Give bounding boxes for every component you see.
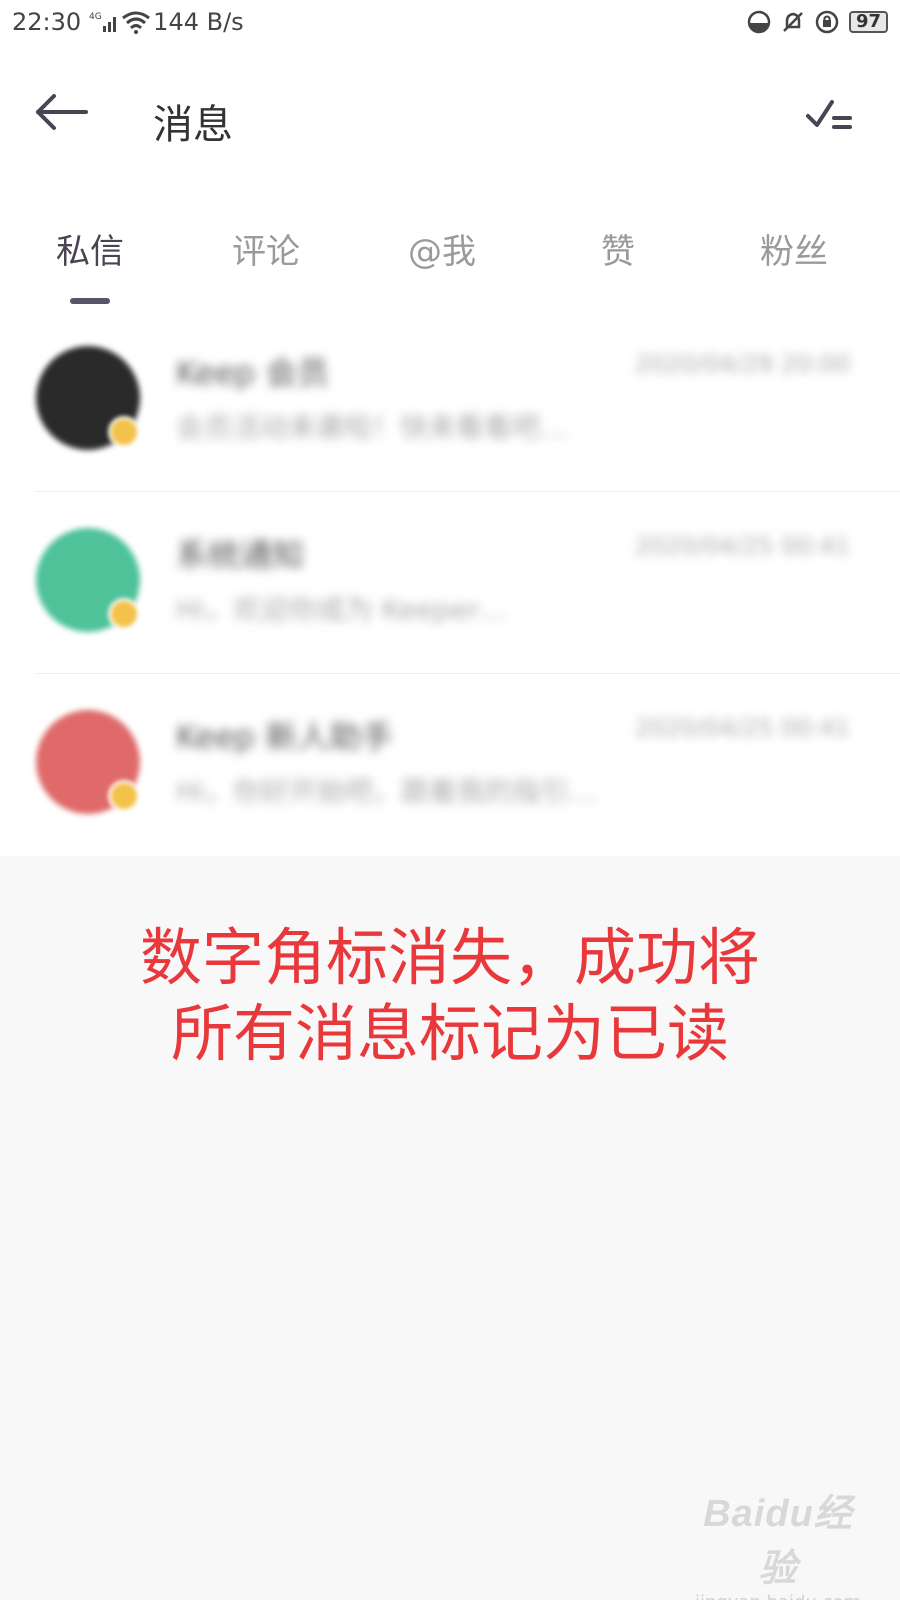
- watermark-logo: Baidu经验: [703, 1493, 853, 1590]
- back-arrow-icon: [36, 94, 88, 130]
- sender-name: Keep 会员: [176, 354, 330, 392]
- tab-mentions[interactable]: @我: [408, 224, 476, 273]
- tab-comments[interactable]: 评论: [232, 224, 300, 273]
- annotation-text: 数字角标消失，成功将 所有消息标记为已读: [0, 920, 900, 1072]
- battery-icon: 97: [848, 11, 888, 33]
- list-item[interactable]: Keep 新人助手 2020/04/25 00:41 Hi，你好开始吧，跟着我的…: [0, 674, 900, 856]
- message-preview: Hi，你好开始吧，跟着我的指引…: [176, 775, 597, 808]
- page-title: 消息: [153, 102, 233, 148]
- tab-private-messages[interactable]: 私信: [56, 224, 124, 273]
- mark-all-read-icon: [806, 100, 852, 129]
- message-preview: Hi，欢迎你成为 Keeper…: [176, 593, 508, 626]
- tab-indicator: [70, 298, 110, 304]
- list-item[interactable]: 系统通知 2020/04/25 00:41 Hi，欢迎你成为 Keeper…: [0, 492, 900, 674]
- list-item[interactable]: Keep 会员 2020/04/29 20:00 会员活动来袭啦！快来看看吧…: [0, 310, 900, 492]
- rotation-lock-icon: [815, 10, 839, 34]
- message-tabs: 私信 评论 @我 赞 粉丝: [0, 194, 900, 310]
- watermark-url: jingyan.baidu.com: [690, 1592, 866, 1600]
- annotation-line-1: 数字角标消失，成功将: [139, 921, 760, 994]
- network-type: 4G: [89, 12, 102, 22]
- status-bar: 22:30 4G 144 B/s 97: [0, 0, 900, 44]
- status-left: 22:30 4G 144 B/s: [12, 8, 244, 36]
- verified-badge-icon: [108, 780, 140, 812]
- message-preview: 会员活动来袭啦！快来看看吧…: [176, 411, 569, 444]
- message-time: 2020/04/25 00:41: [634, 714, 850, 742]
- verified-badge-icon: [108, 416, 140, 448]
- back-button[interactable]: [34, 92, 90, 132]
- signal-icon: 4G: [89, 10, 117, 34]
- wifi-icon: [121, 10, 151, 34]
- message-time: 2020/04/29 20:00: [634, 350, 850, 378]
- verified-badge-icon: [108, 598, 140, 630]
- message-list: Keep 会员 2020/04/29 20:00 会员活动来袭啦！快来看看吧… …: [0, 310, 900, 856]
- watermark: Baidu经验 jingyan.baidu.com: [690, 1482, 866, 1600]
- sender-name: Keep 新人助手: [176, 718, 394, 756]
- sender-name: 系统通知: [176, 536, 305, 574]
- mute-icon: [781, 10, 805, 34]
- mark-all-read-button[interactable]: [806, 94, 854, 134]
- tab-likes[interactable]: 赞: [601, 224, 635, 273]
- annotation-line-2: 所有消息标记为已读: [170, 997, 729, 1070]
- status-time: 22:30: [12, 8, 82, 36]
- tab-followers[interactable]: 粉丝: [760, 224, 828, 273]
- message-time: 2020/04/25 00:41: [634, 532, 850, 560]
- data-saver-icon: [747, 10, 771, 34]
- app-header: 消息: [0, 44, 900, 194]
- status-right: 97: [747, 10, 888, 34]
- network-speed: 144 B/s: [153, 8, 244, 36]
